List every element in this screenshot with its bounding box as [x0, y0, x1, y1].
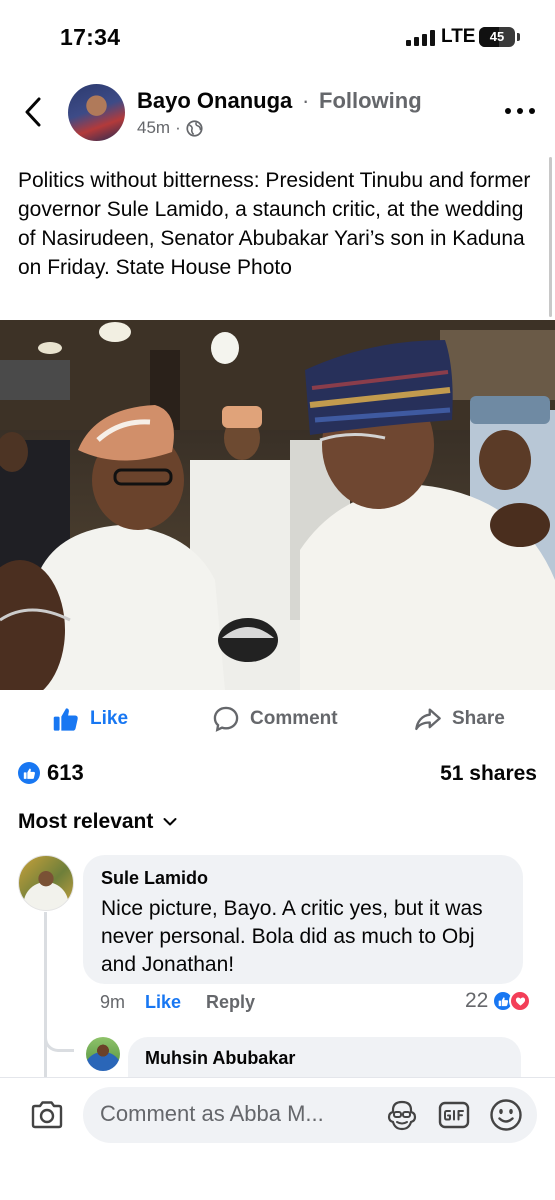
battery-level: 45 [489, 29, 505, 44]
reply-author-name[interactable]: Muhsin Abubakar [145, 1048, 504, 1069]
smiley-icon [490, 1099, 522, 1131]
share-arrow-icon [415, 708, 441, 731]
reaction-summary[interactable]: 613 [18, 760, 84, 786]
comment-time: 9m [100, 992, 126, 1012]
comment-reaction-count: 22 [465, 989, 489, 1012]
comment-reactions[interactable]: 22 [465, 989, 532, 1013]
author-avatar[interactable] [68, 84, 125, 141]
share-count[interactable]: 51 shares [440, 762, 537, 786]
network-label: LTE [441, 26, 476, 47]
chevron-left-icon [25, 97, 41, 127]
commenter-avatar[interactable] [18, 855, 74, 911]
emoji-button[interactable] [488, 1097, 524, 1133]
post-actions: Like Comment Share [0, 700, 555, 740]
chevron-down-icon [163, 818, 177, 826]
share-label: Share [452, 708, 505, 729]
more-dot-icon [505, 108, 511, 114]
avatar-sticker-icon [387, 1100, 417, 1131]
sort-label: Most relevant [18, 810, 154, 833]
reaction-count: 613 [47, 760, 84, 785]
like-button[interactable]: Like [52, 700, 128, 738]
gif-button[interactable] [437, 1098, 471, 1132]
post-caption: Politics without bitterness: President T… [18, 169, 531, 279]
more-dot-icon [529, 108, 535, 114]
comment-reply-button[interactable]: Reply [206, 992, 255, 1013]
photo-illustration [0, 320, 555, 690]
thread-line [44, 912, 47, 1082]
author-name[interactable]: Bayo Onanuga [137, 88, 292, 114]
comment-text: Nice picture, Bayo. A critic yes, but it… [101, 897, 483, 976]
avatar-sticker-button[interactable] [385, 1098, 419, 1132]
heart-reaction-icon [509, 990, 532, 1012]
thumbs-up-icon [53, 708, 78, 731]
like-reaction-icon [18, 762, 40, 784]
thread-connector [44, 1020, 74, 1052]
scrollbar[interactable] [549, 157, 552, 317]
like-label: Like [90, 708, 129, 729]
post-photo[interactable] [0, 320, 555, 690]
name-separator: · [302, 88, 310, 113]
globe-icon [186, 119, 203, 137]
meta-separator: · [175, 118, 181, 137]
comment-bubble[interactable]: Sule Lamido Nice picture, Bayo. A critic… [83, 855, 523, 984]
camera-button[interactable] [30, 1100, 64, 1130]
post-time[interactable]: 45m [137, 118, 170, 138]
gif-icon [438, 1101, 470, 1129]
battery-nub [517, 33, 520, 41]
comment-button[interactable]: Comment [212, 700, 338, 738]
comment-meta: 9m Like Reply [100, 992, 255, 1013]
comment-label: Comment [250, 708, 338, 729]
share-button[interactable]: Share [414, 700, 505, 738]
battery-icon: 45 [479, 27, 515, 47]
comment-sort-dropdown[interactable]: Most relevant [18, 810, 177, 834]
status-bar: 17:34 LTE 45 [0, 0, 555, 72]
comment-bubble-icon [213, 706, 239, 732]
more-options-button[interactable] [505, 106, 535, 116]
post-header: Bayo Onanuga · Following 45m · [0, 78, 555, 150]
comment-input[interactable]: Comment as Abba M... [100, 1101, 368, 1127]
camera-icon [31, 1101, 63, 1129]
post-meta: 45m · [137, 118, 203, 138]
reply-avatar[interactable] [86, 1037, 120, 1071]
signal-icon [406, 30, 436, 46]
commenter-name[interactable]: Sule Lamido [101, 868, 505, 889]
more-dot-icon [517, 108, 523, 114]
back-button[interactable] [18, 94, 48, 130]
follow-status[interactable]: Following [319, 88, 422, 114]
comment-like-button[interactable]: Like [145, 992, 181, 1013]
status-time: 17:34 [60, 24, 121, 50]
